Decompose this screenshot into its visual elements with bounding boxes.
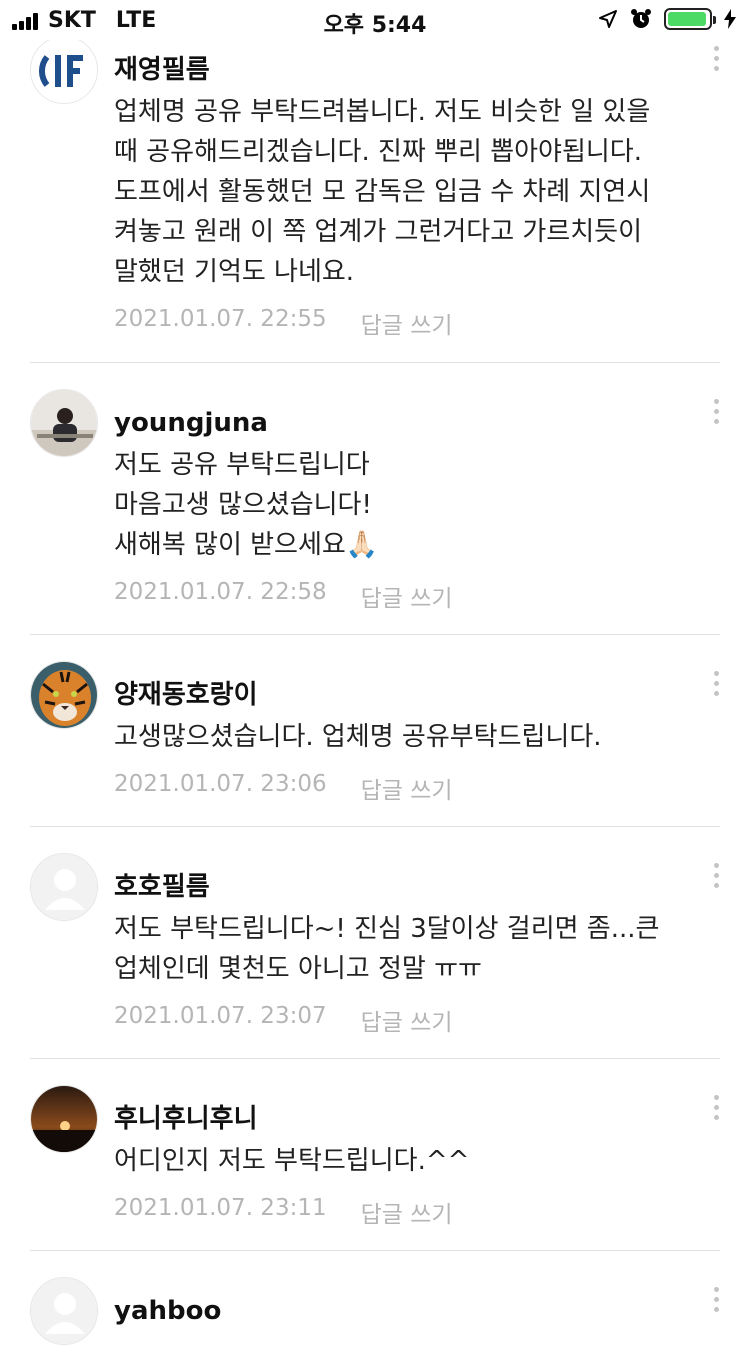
comment-text: 저도 부탁드립니다~! 진심 3달이상 걸리면 좀...큰 업체인데 몇천도 아… (114, 914, 660, 984)
comment-author[interactable]: youngjuna (114, 405, 690, 441)
more-options-icon[interactable] (714, 399, 720, 424)
comment-text: 저도 공유 부탁드립니다 마음고생 많으셨습니다! 새해복 많이 받으세요🙏🏻 (114, 450, 379, 560)
comment-author[interactable]: 후니후니후니 (114, 1101, 690, 1137)
comment-author[interactable]: 호호필름 (114, 869, 690, 905)
comment-item: 양재동호랑이 고생많으셨습니다. 업체명 공유부탁드립니다. 2021.01.0… (0, 635, 750, 827)
location-arrow-icon (599, 10, 617, 28)
more-options-icon[interactable] (714, 1287, 720, 1312)
sunset-avatar[interactable] (30, 1085, 98, 1153)
default-avatar[interactable] (30, 1277, 98, 1345)
alarm-icon (631, 9, 651, 28)
photo-avatar[interactable] (30, 389, 98, 457)
logo-avatar[interactable] (30, 36, 98, 104)
comment-date: 2021.01.07. 22:55 (114, 306, 327, 332)
comment-author[interactable]: 양재동호랑이 (114, 677, 690, 713)
comment-item: yahboo (0, 1251, 750, 1371)
comment-item: 재영필름 업체명 공유 부탁드려봅니다. 저도 비슷한 일 있을 때 공유해드리… (0, 36, 750, 363)
battery-icon (664, 8, 716, 30)
more-options-icon[interactable] (714, 671, 720, 696)
reply-button[interactable]: 답글 쓰기 (361, 1003, 453, 1037)
more-options-icon[interactable] (714, 863, 720, 888)
comment-author[interactable]: yahboo (114, 1293, 690, 1329)
charging-bolt-icon (724, 9, 736, 29)
default-avatar[interactable] (30, 853, 98, 921)
reply-button[interactable]: 답글 쓰기 (361, 1195, 453, 1229)
comment-item: 후니후니후니 어디인지 저도 부탁드립니다.^^ 2021.01.07. 23:… (0, 1059, 750, 1251)
comment-date: 2021.01.07. 23:07 (114, 1003, 327, 1029)
reply-button[interactable]: 답글 쓰기 (361, 306, 453, 340)
tiger-avatar[interactable] (30, 661, 98, 729)
status-bar: SKT LTE 오후 5:44 (0, 0, 750, 40)
comment-date: 2021.01.07. 23:11 (114, 1195, 327, 1221)
more-options-icon[interactable] (714, 1095, 720, 1120)
reply-button[interactable]: 답글 쓰기 (361, 771, 453, 805)
comment-date: 2021.01.07. 22:58 (114, 579, 327, 605)
comment-text: 업체명 공유 부탁드려봅니다. 저도 비슷한 일 있을 때 공유해드리겠습니다.… (114, 97, 651, 287)
status-right (598, 8, 736, 30)
battery-level (668, 12, 706, 26)
comment-item: youngjuna 저도 공유 부탁드립니다 마음고생 많으셨습니다! 새해복 … (0, 363, 750, 635)
comment-text: 고생많으셨습니다. 업체명 공유부탁드립니다. (114, 722, 602, 752)
comment-date: 2021.01.07. 23:06 (114, 771, 327, 797)
comment-author[interactable]: 재영필름 (114, 52, 690, 88)
comment-list: 재영필름 업체명 공유 부탁드려봅니다. 저도 비슷한 일 있을 때 공유해드리… (0, 36, 750, 1371)
more-options-icon[interactable] (714, 46, 720, 71)
comment-text: 어디인지 저도 부탁드립니다.^^ (114, 1146, 470, 1176)
comment-item: 호호필름 저도 부탁드립니다~! 진심 3달이상 걸리면 좀...큰 업체인데 … (0, 827, 750, 1059)
reply-button[interactable]: 답글 쓰기 (361, 579, 453, 613)
